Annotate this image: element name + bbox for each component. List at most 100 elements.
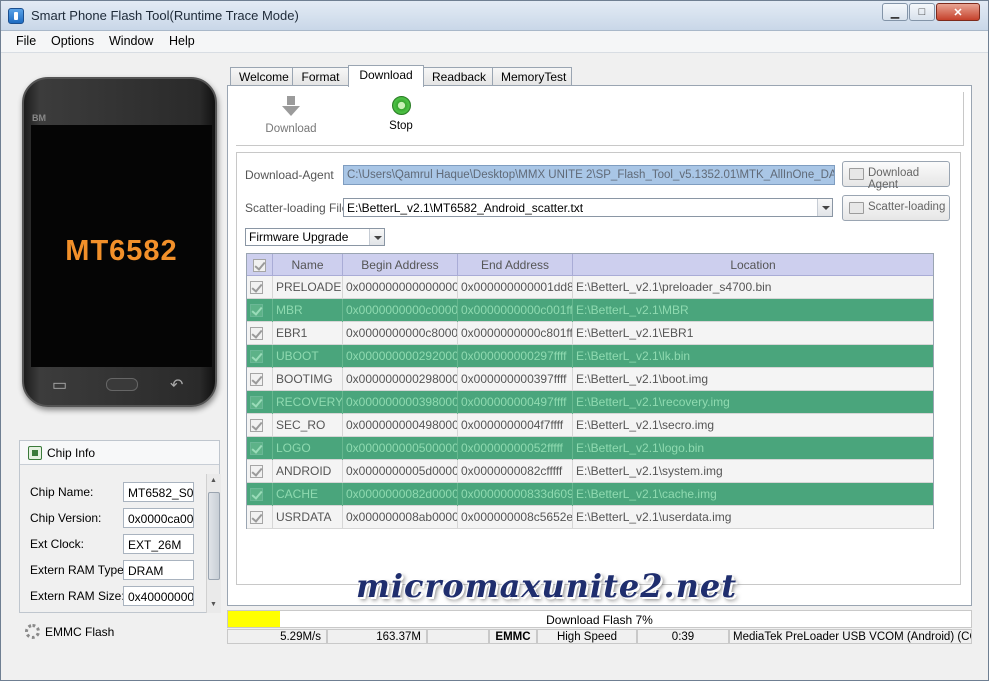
tab-format[interactable]: Format <box>292 67 349 86</box>
chip-info-header[interactable]: Chip Info <box>20 441 219 465</box>
device-chip-name: MT6582 <box>65 235 178 267</box>
chip-info-panel: Chip Info Chip Name: MT6582_S00 Chip Ver… <box>19 440 221 613</box>
column-header-begin-address[interactable]: Begin Address <box>343 254 458 276</box>
app-window: Smart Phone Flash Tool(Runtime Trace Mod… <box>0 0 989 681</box>
file-location: E:\BetterL_v2.1\recovery.img <box>576 395 730 409</box>
table-row[interactable]: ANDROID 0x0000000005d00000 0x0000000082cff… <box>247 460 933 483</box>
download-mode-value: Firmware Upgrade <box>249 230 349 244</box>
table-row[interactable]: LOGO 0x0000000005000000 0x00000000052fffff… <box>247 437 933 460</box>
download-agent-field[interactable]: C:\Users\Qamrul Haque\Desktop\MMX UNITE … <box>343 165 835 185</box>
download-button-label: Download <box>265 123 317 135</box>
tab-welcome[interactable]: Welcome <box>230 67 293 86</box>
file-location: E:\BetterL_v2.1\userdata.img <box>576 510 732 524</box>
table-row[interactable]: MBR 0x0000000000c00000 0x0000000000c001ff E… <box>247 299 933 322</box>
partition-name: CACHE <box>273 483 343 506</box>
table-row[interactable]: USRDATA 0x000000008ab00000 0x000000008c565… <box>247 506 933 529</box>
partition-name: RECOVERY <box>273 391 343 414</box>
chevron-down-icon[interactable] <box>817 199 832 216</box>
row-checkbox[interactable] <box>247 345 273 368</box>
checkbox-icon <box>250 396 263 409</box>
close-button[interactable]: ✕ <box>936 3 980 21</box>
row-checkbox[interactable] <box>247 414 273 437</box>
column-header-name[interactable]: Name <box>273 254 343 276</box>
emmc-flash-panel[interactable]: EMMC Flash <box>19 621 220 643</box>
end-address: 0x00000000052fffff <box>458 437 573 460</box>
table-row[interactable]: RECOVERY 0x0000000003980000 0x000000000497… <box>247 391 933 414</box>
scroll-thumb[interactable] <box>208 492 220 580</box>
end-address: 0x000000000297ffff <box>458 345 573 368</box>
end-address: 0x00000000833d609 <box>458 483 573 506</box>
storage-type: EMMC <box>489 629 537 644</box>
row-checkbox[interactable] <box>247 437 273 460</box>
end-address: 0x000000000001dd8f <box>458 276 573 299</box>
download-button[interactable]: Download <box>256 96 326 135</box>
row-checkbox[interactable] <box>247 368 273 391</box>
com-port: MediaTek PreLoader USB VCOM (Android) (C… <box>729 629 972 644</box>
end-address: 0x0000000082cfffff <box>458 460 573 483</box>
scroll-up-icon[interactable]: ▲ <box>210 477 217 484</box>
partition-name: MBR <box>273 299 343 322</box>
download-agent-button[interactable]: Download Agent <box>842 161 950 191</box>
chevron-down-icon[interactable] <box>369 229 384 245</box>
tab-memorytest[interactable]: MemoryTest <box>492 67 572 86</box>
table-row[interactable]: PRELOADER 0x0000000000000000 0x00000000000… <box>247 276 933 299</box>
ext-clock-field[interactable]: EXT_26M <box>123 534 194 554</box>
scroll-down-icon[interactable]: ▼ <box>210 601 217 608</box>
end-address: 0x000000000397ffff <box>458 368 573 391</box>
row-checkbox[interactable] <box>247 322 273 345</box>
extern-ram-type-field[interactable]: DRAM <box>123 560 194 580</box>
menu-file[interactable]: File <box>16 34 36 48</box>
partition-name: BOOTIMG <box>273 368 343 391</box>
tab-readback[interactable]: Readback <box>423 67 493 86</box>
checkbox-icon <box>253 259 266 272</box>
file-location: E:\BetterL_v2.1\EBR1 <box>576 326 694 340</box>
gear-icon <box>25 624 40 639</box>
scatter-file-label: Scatter-loading File <box>245 201 349 215</box>
partition-name: EBR1 <box>273 322 343 345</box>
download-agent-label: Download-Agent <box>245 168 334 182</box>
back-key-icon: ↶ <box>170 377 184 394</box>
table-row[interactable]: BOOTIMG 0x0000000002980000 0x000000000397f… <box>247 368 933 391</box>
table-row[interactable]: CACHE 0x0000000082d00000 0x00000000833d609… <box>247 483 933 506</box>
row-checkbox[interactable] <box>247 276 273 299</box>
file-location: E:\BetterL_v2.1\lk.bin <box>576 349 691 363</box>
chip-info-scrollbar[interactable]: ▲ ▼ <box>206 474 221 613</box>
chip-version-field[interactable]: 0x0000ca00 <box>123 508 194 528</box>
end-address: 0x0000000004f7ffff <box>458 414 573 437</box>
stop-button[interactable]: Stop <box>366 96 436 132</box>
end-address: 0x000000000497ffff <box>458 391 573 414</box>
window-controls: ▁ □ ✕ <box>881 3 980 21</box>
column-header-location[interactable]: Location <box>573 254 933 276</box>
watermark-text: micromaxunite2.net <box>356 567 738 605</box>
begin-address: 0x0000000002920000 <box>343 345 458 368</box>
table-row[interactable]: SEC_RO 0x0000000004980000 0x0000000004f7ff… <box>247 414 933 437</box>
checkbox-icon <box>250 488 263 501</box>
maximize-button[interactable]: □ <box>909 3 935 21</box>
table-row[interactable]: UBOOT 0x0000000002920000 0x000000000297fff… <box>247 345 933 368</box>
row-checkbox[interactable] <box>247 506 273 529</box>
title-bar[interactable]: Smart Phone Flash Tool(Runtime Trace Mod… <box>1 1 988 31</box>
menu-help[interactable]: Help <box>169 34 195 48</box>
row-checkbox[interactable] <box>247 299 273 322</box>
menu-bar: File Options Window Help <box>1 31 988 53</box>
row-checkbox[interactable] <box>247 460 273 483</box>
partition-name: SEC_RO <box>273 414 343 437</box>
file-location: E:\BetterL_v2.1\preloader_s4700.bin <box>576 280 772 294</box>
begin-address: 0x0000000000c80000 <box>343 322 458 345</box>
row-checkbox[interactable] <box>247 391 273 414</box>
begin-address: 0x0000000002980000 <box>343 368 458 391</box>
extern-ram-size-field[interactable]: 0x40000000 <box>123 586 194 606</box>
row-checkbox[interactable] <box>247 483 273 506</box>
table-row[interactable]: EBR1 0x0000000000c80000 0x0000000000c801ff… <box>247 322 933 345</box>
scatter-loading-button[interactable]: Scatter-loading <box>842 195 950 221</box>
menu-window[interactable]: Window <box>109 34 153 48</box>
begin-address: 0x0000000082d00000 <box>343 483 458 506</box>
minimize-button[interactable]: ▁ <box>882 3 908 21</box>
menu-options[interactable]: Options <box>51 34 94 48</box>
download-mode-select[interactable]: Firmware Upgrade <box>245 228 385 246</box>
scatter-file-combo[interactable]: E:\BetterL_v2.1\MT6582_Android_scatter.t… <box>343 198 833 217</box>
chip-name-field[interactable]: MT6582_S00 <box>123 482 194 502</box>
column-header-end-address[interactable]: End Address <box>458 254 573 276</box>
tab-download[interactable]: Download <box>348 65 424 87</box>
select-all-checkbox[interactable] <box>247 254 273 276</box>
